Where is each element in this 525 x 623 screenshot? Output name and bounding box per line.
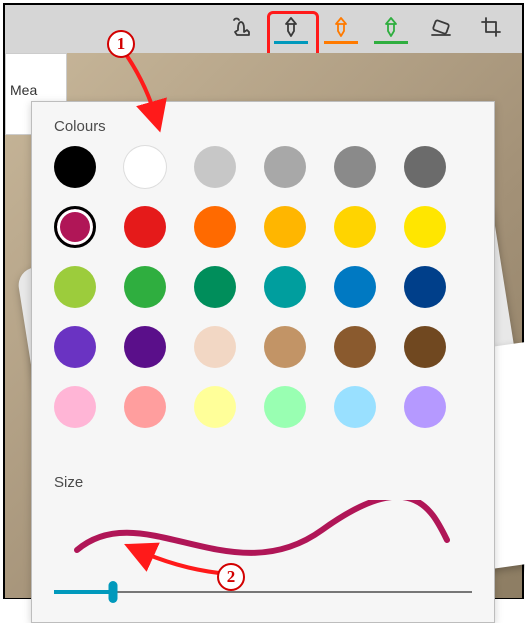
crop-icon (479, 15, 503, 39)
colour-swatch[interactable] (404, 146, 446, 188)
tool-underline (224, 41, 258, 44)
colour-swatch[interactable] (54, 206, 96, 248)
colour-swatch[interactable] (124, 326, 166, 368)
highlighter-button[interactable] (366, 5, 416, 53)
tool-underline (474, 41, 508, 44)
colour-swatch[interactable] (334, 386, 376, 428)
colour-swatch[interactable] (124, 146, 166, 188)
tool-underline (324, 41, 358, 44)
colour-swatch[interactable] (194, 266, 236, 308)
colour-swatch[interactable] (334, 266, 376, 308)
annotation-toolbar (5, 5, 522, 53)
colour-swatch[interactable] (124, 206, 166, 248)
touch-writing-icon (229, 15, 253, 39)
colour-swatch[interactable] (124, 266, 166, 308)
colour-swatch[interactable] (54, 146, 96, 188)
colour-swatch[interactable] (334, 206, 376, 248)
colour-swatch[interactable] (264, 206, 306, 248)
bg-text: Mea (10, 82, 37, 98)
pen-options-panel: Colours Size (31, 101, 495, 623)
colours-heading: Colours (54, 118, 106, 135)
tool-underline (274, 41, 308, 44)
colour-swatch[interactable] (264, 146, 306, 188)
canvas-area: Mea r ng EL 0169-2919 Colours Size (5, 53, 522, 598)
pencil-icon (329, 15, 353, 39)
colour-swatch-grid (54, 146, 474, 446)
pencil-button[interactable] (316, 5, 366, 53)
touch-writing-button[interactable] (216, 5, 266, 53)
colour-swatch[interactable] (54, 386, 96, 428)
colour-swatch[interactable] (334, 146, 376, 188)
colour-swatch[interactable] (264, 266, 306, 308)
stroke-size-preview (72, 500, 452, 570)
size-heading: Size (54, 474, 83, 491)
highlighter-icon (379, 15, 403, 39)
ballpoint-pen-icon (279, 15, 303, 39)
size-slider[interactable] (54, 580, 472, 604)
colour-swatch[interactable] (194, 146, 236, 188)
colour-swatch[interactable] (404, 266, 446, 308)
colour-swatch[interactable] (54, 326, 96, 368)
colour-swatch[interactable] (54, 266, 96, 308)
colour-swatch[interactable] (194, 326, 236, 368)
tool-underline (374, 41, 408, 44)
colour-swatch[interactable] (264, 326, 306, 368)
slider-track-fill (54, 590, 113, 594)
colour-swatch[interactable] (404, 326, 446, 368)
colour-swatch[interactable] (264, 386, 306, 428)
crop-button[interactable] (466, 5, 516, 53)
eraser-button[interactable] (416, 5, 466, 53)
ballpoint-pen-button[interactable] (266, 5, 316, 53)
colour-swatch[interactable] (334, 326, 376, 368)
tool-underline (424, 41, 458, 44)
eraser-icon (429, 15, 453, 39)
colour-swatch[interactable] (194, 386, 236, 428)
colour-swatch[interactable] (404, 206, 446, 248)
colour-swatch[interactable] (194, 206, 236, 248)
colour-swatch[interactable] (124, 386, 166, 428)
colour-swatch[interactable] (404, 386, 446, 428)
